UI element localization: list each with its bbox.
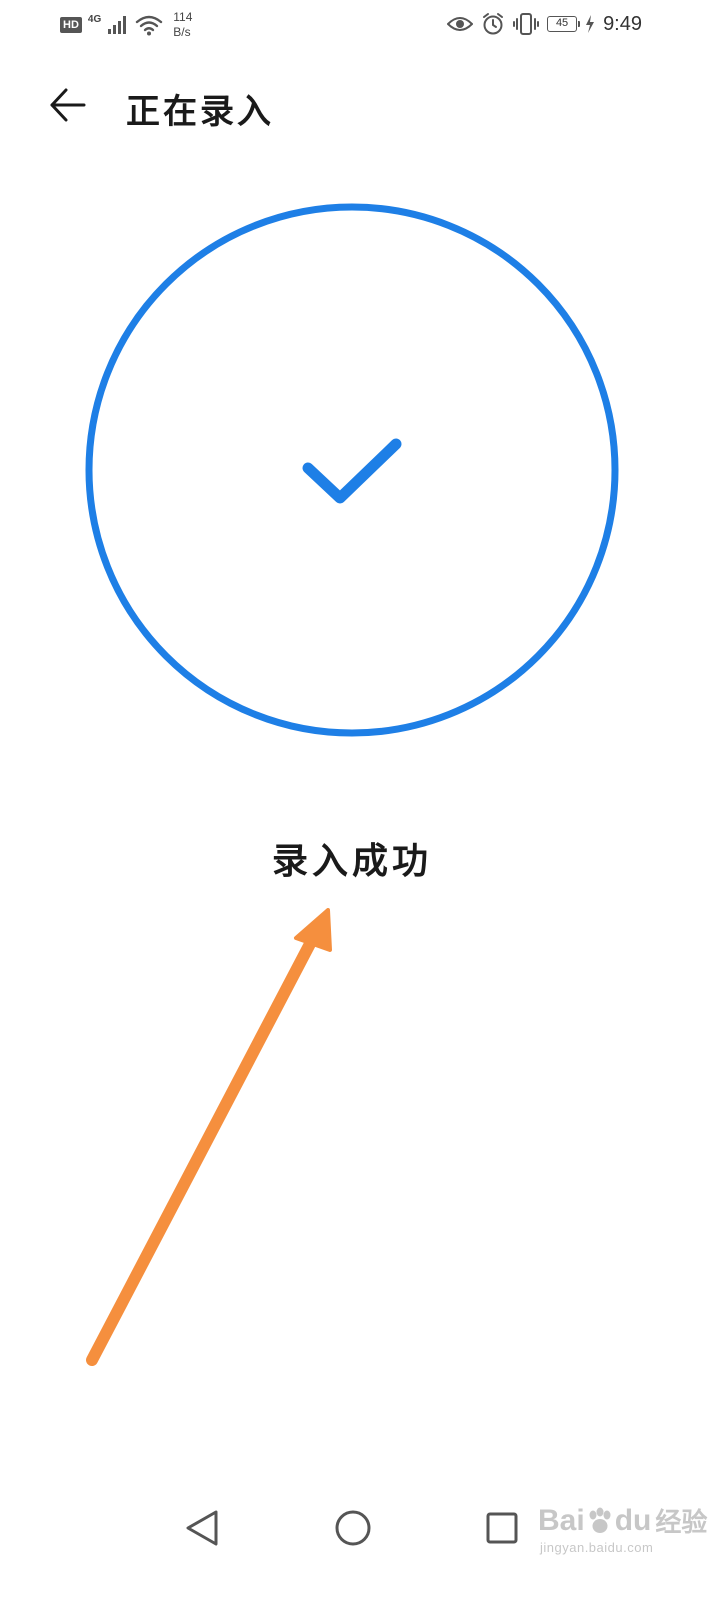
status-time: 9:49 [603,12,642,35]
nav-recents-button[interactable] [476,1502,528,1554]
status-bar: HD 4G 114 B/s 45 9:49 [0,0,720,48]
vibrate-icon [513,13,540,35]
nav-recents-icon [486,1512,518,1544]
battery-icon: 45 [547,16,581,32]
back-button[interactable] [44,82,90,128]
status-bar-right: 45 9:49 [447,9,642,39]
paw-icon [589,1507,611,1533]
header: 正在录入 [0,72,720,136]
battery-level: 45 [555,17,569,29]
speed-unit: B/s [173,25,191,39]
nav-back-button[interactable] [176,1502,228,1554]
wifi-icon [136,15,163,36]
alarm-icon [483,13,504,35]
baidu-watermark: Bai du 经验 jingyan.baidu.com [538,1496,707,1566]
eye-icon [447,17,474,31]
watermark-url: jingyan.baidu.com [540,1540,654,1555]
watermark-brand-suffix: 经验 [655,1508,708,1538]
status-bar-left: HD 4G 114 B/s [60,8,192,42]
status-message: 录入成功 [271,840,432,882]
nav-home-button[interactable] [327,1502,379,1554]
speed-value: 114 [173,10,193,24]
charging-icon [586,15,595,33]
page-title: 正在录入 [126,92,274,132]
signal-icon [108,16,127,34]
success-ring [85,203,619,737]
watermark-brand-left: Bai [538,1503,585,1537]
network-type: 4G [87,13,102,25]
arrow-left-icon [50,88,86,122]
network-speed: 114 B/s [173,10,192,40]
watermark-brand-right: du [614,1503,652,1537]
hd-badge: HD [60,17,82,33]
nav-home-icon [335,1510,371,1546]
nav-back-icon [186,1510,218,1546]
watermark-brand: Bai du 经验 [538,1502,707,1539]
checkmark-icon [302,438,402,504]
